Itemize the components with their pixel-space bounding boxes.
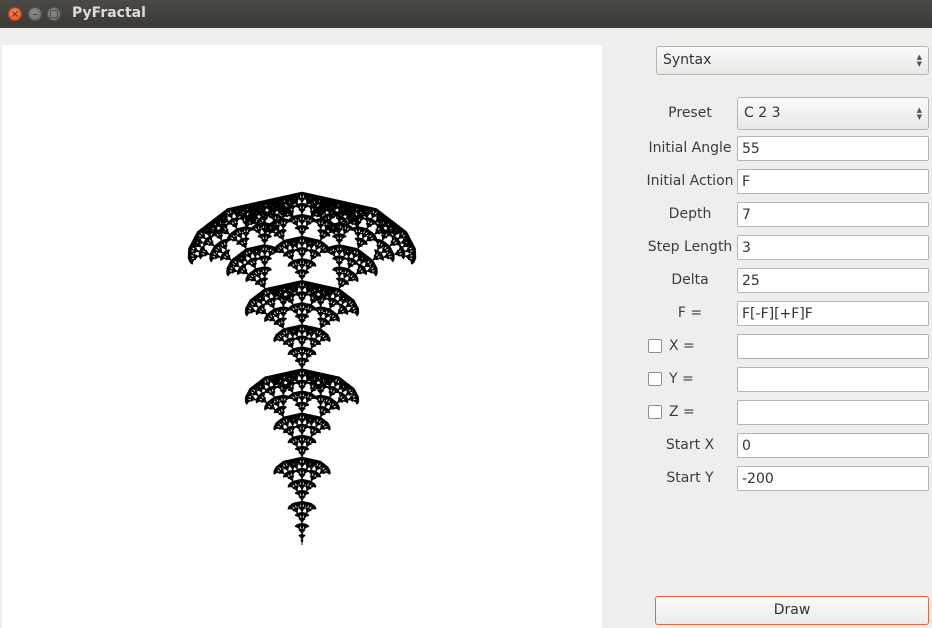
rule-x-label: X = <box>669 338 695 354</box>
step-length-label: Step Length <box>647 239 733 255</box>
maximize-icon: □ <box>49 9 59 20</box>
window-title: PyFractal <box>72 5 146 21</box>
close-button[interactable]: × <box>8 7 22 21</box>
start-y-input[interactable] <box>737 466 929 491</box>
rule-x-input[interactable] <box>737 334 929 359</box>
close-icon: × <box>10 9 20 20</box>
start-x-label: Start X <box>665 437 715 453</box>
depth-input[interactable] <box>737 202 929 227</box>
rule-y-checkbox[interactable] <box>648 372 662 386</box>
maximize-button[interactable]: □ <box>47 7 61 21</box>
up-down-arrows-icon: ▲ ▼ <box>916 105 922 121</box>
minimize-icon: – <box>32 9 38 20</box>
delta-input[interactable] <box>737 268 929 293</box>
step-length-input[interactable] <box>737 235 929 260</box>
minimize-button[interactable]: – <box>28 7 42 21</box>
draw-button[interactable]: Draw <box>655 596 929 625</box>
mode-select[interactable]: Syntax ▲ ▼ <box>656 46 929 75</box>
fractal-strokes <box>187 191 417 545</box>
rule-y-input[interactable] <box>737 367 929 392</box>
start-x-input[interactable] <box>737 433 929 458</box>
up-down-arrows-icon: ▲ ▼ <box>916 52 922 68</box>
preset-label: Preset <box>668 105 712 121</box>
preset-select-value: C 2 3 <box>744 105 781 121</box>
rule-f-label: F = <box>677 305 703 321</box>
mode-select-value: Syntax <box>663 52 712 68</box>
initial-angle-label: Initial Angle <box>648 140 732 156</box>
rule-f-input[interactable] <box>737 301 929 326</box>
fractal-drawing <box>187 191 417 545</box>
rule-z-checkbox[interactable] <box>648 405 662 419</box>
initial-action-input[interactable] <box>737 169 929 194</box>
title-bar: × – □ PyFractal <box>0 0 932 28</box>
preset-select[interactable]: C 2 3 ▲ ▼ <box>737 97 929 130</box>
fractal-path <box>187 191 417 545</box>
delta-label: Delta <box>671 272 709 288</box>
initial-angle-input[interactable] <box>737 136 929 161</box>
initial-action-label: Initial Action <box>646 173 734 189</box>
rule-z-input[interactable] <box>737 400 929 425</box>
rule-x-checkbox[interactable] <box>648 339 662 353</box>
depth-label: Depth <box>668 206 712 222</box>
start-y-label: Start Y <box>666 470 714 486</box>
rule-y-label: Y = <box>669 371 694 387</box>
rule-z-label: Z = <box>669 404 695 420</box>
fractal-canvas <box>2 45 602 628</box>
